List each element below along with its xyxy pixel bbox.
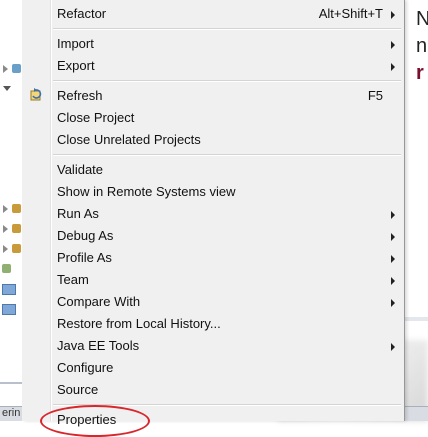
menu-item-label: Compare With <box>57 294 141 309</box>
menu-item-close-unrelated-projects[interactable]: Close Unrelated Projects <box>22 129 404 151</box>
menu-item-close-project[interactable]: Close Project <box>22 107 404 129</box>
menu-item-profile-as[interactable]: Profile As <box>22 247 404 269</box>
menu-item-label: Debug As <box>57 228 114 243</box>
library-icon <box>2 264 11 273</box>
menu-item-configure[interactable]: Configure <box>22 357 404 379</box>
menu-item-refactor[interactable]: Refactor Alt+Shift+T <box>22 3 404 25</box>
menu-item-refresh[interactable]: Refresh F5 <box>22 85 404 107</box>
expand-arrow-icon[interactable] <box>3 225 8 233</box>
menu-item-restore-from-local-history[interactable]: Restore from Local History... <box>22 313 404 335</box>
tab-label[interactable]: erin <box>2 407 20 419</box>
menu-item-export[interactable]: Export <box>22 55 404 77</box>
menu-item-label: Profile As <box>57 250 112 265</box>
submenu-arrow-icon <box>391 63 395 71</box>
submenu-arrow-icon <box>391 299 395 307</box>
menu-item-label: Refresh <box>57 88 103 103</box>
menu-item-label: Show in Remote Systems view <box>57 184 236 199</box>
package-icon <box>12 204 21 213</box>
expand-arrow-icon[interactable] <box>3 245 8 253</box>
tree-row[interactable] <box>0 62 22 76</box>
tree-row[interactable] <box>0 222 22 236</box>
horizontal-scrollbar[interactable] <box>404 317 428 321</box>
tree-row[interactable] <box>0 262 22 276</box>
expand-arrow-icon[interactable] <box>3 65 8 73</box>
project-icon <box>12 64 21 73</box>
menu-separator <box>53 154 401 156</box>
editor-text: N <box>416 8 428 30</box>
menu-item-source[interactable]: Source <box>22 379 404 401</box>
expand-arrow-icon[interactable] <box>3 205 8 213</box>
menu-item-validate[interactable]: Validate <box>22 159 404 181</box>
tree-row[interactable] <box>0 302 22 316</box>
menu-item-label: Close Unrelated Projects <box>57 132 201 147</box>
menu-item-debug-as[interactable]: Debug As <box>22 225 404 247</box>
folder-icon <box>2 304 16 315</box>
menu-item-accelerator: Alt+Shift+T <box>318 6 383 21</box>
submenu-arrow-icon <box>391 343 395 351</box>
submenu-arrow-icon <box>391 277 395 285</box>
submenu-arrow-icon <box>391 211 395 219</box>
menu-item-label: Refactor <box>57 6 107 21</box>
menu-separator <box>53 28 401 30</box>
menu-item-label: Close Project <box>57 110 135 125</box>
menu-item-label: Run As <box>57 206 99 221</box>
menu-item-label: Restore from Local History... <box>57 316 221 331</box>
submenu-arrow-icon <box>391 41 395 49</box>
submenu-arrow-icon <box>391 11 395 19</box>
submenu-arrow-icon <box>391 255 395 263</box>
menu-item-label: Team <box>57 272 89 287</box>
tree-row[interactable] <box>0 242 22 256</box>
menu-item-label: Source <box>57 382 99 397</box>
refresh-icon <box>30 88 42 101</box>
menu-item-label: Configure <box>57 360 114 375</box>
project-explorer-strip <box>0 0 22 421</box>
tree-row[interactable] <box>0 82 22 96</box>
divider <box>0 382 22 384</box>
submenu-arrow-icon <box>391 233 395 241</box>
menu-item-run-as[interactable]: Run As <box>22 203 404 225</box>
menu-item-label: Export <box>57 58 95 73</box>
context-menu: Refactor Alt+Shift+T Import Export Refre… <box>22 0 405 437</box>
menu-item-java-ee-tools[interactable]: Java EE Tools <box>22 335 404 357</box>
menu-item-compare-with[interactable]: Compare With <box>22 291 404 313</box>
menu-item-import[interactable]: Import <box>22 33 404 55</box>
package-icon <box>12 224 21 233</box>
menu-separator <box>53 80 401 82</box>
menu-item-team[interactable]: Team <box>22 269 404 291</box>
tree-row[interactable] <box>0 202 22 216</box>
editor-text: r <box>416 62 424 84</box>
tree-row[interactable] <box>0 282 22 296</box>
menu-item-label: Validate <box>57 162 104 177</box>
menu-item-accelerator: F5 <box>367 88 383 103</box>
collapse-arrow-icon[interactable] <box>3 86 11 91</box>
menu-item-label: Java EE Tools <box>57 338 140 353</box>
folder-icon <box>2 284 16 295</box>
highlight-annotation-circle <box>40 405 150 437</box>
menu-item-label: Import <box>57 36 94 51</box>
package-icon <box>12 244 21 253</box>
editor-text: n <box>416 35 428 57</box>
menu-item-show-in-remote-systems[interactable]: Show in Remote Systems view <box>22 181 404 203</box>
